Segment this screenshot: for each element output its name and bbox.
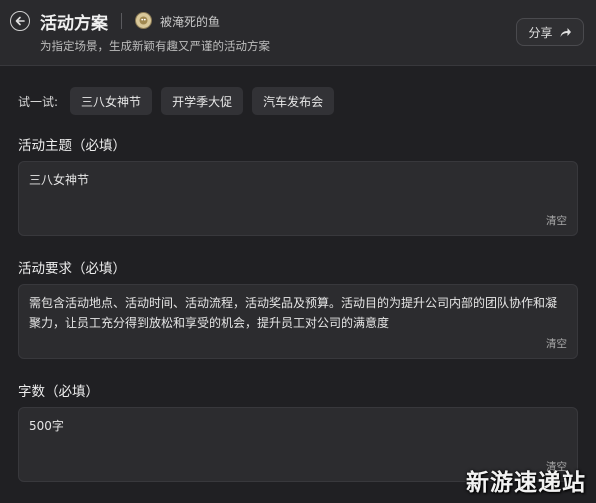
- example-chip[interactable]: 开学季大促: [161, 87, 244, 115]
- word-count-field-value[interactable]: 500字: [29, 416, 565, 436]
- theme-clear-button[interactable]: 清空: [546, 213, 567, 228]
- try-it-label: 试一试:: [18, 94, 59, 109]
- theme-field[interactable]: 三八女神节 清空: [18, 161, 578, 236]
- try-it-row: 试一试: 三八女神节 开学季大促 汽车发布会: [18, 87, 343, 115]
- arrow-left-icon: [15, 16, 25, 26]
- author-name[interactable]: 被淹死的鱼: [160, 13, 220, 30]
- example-chip[interactable]: 汽车发布会: [252, 87, 335, 115]
- share-icon: [560, 28, 571, 37]
- header: 活动方案 被淹死的鱼 为指定场景，生成新颖有趣又严谨的活动方案 分享: [0, 0, 596, 66]
- page-subtitle: 为指定场景，生成新颖有趣又严谨的活动方案: [40, 39, 270, 53]
- watermark: 新游速递站: [466, 470, 586, 496]
- requirements-clear-button[interactable]: 清空: [546, 336, 567, 351]
- share-label: 分享: [528, 25, 553, 40]
- back-button[interactable]: [10, 11, 30, 31]
- fish-icon: [139, 16, 148, 25]
- theme-label: 活动主题（必填）: [18, 138, 126, 154]
- title-divider: [121, 13, 122, 29]
- requirements-field-value[interactable]: 需包含活动地点、活动时间、活动流程，活动奖品及预算。活动目的为提升公司内部的团队…: [29, 293, 565, 333]
- theme-field-value[interactable]: 三八女神节: [29, 170, 565, 190]
- page-title: 活动方案: [40, 14, 108, 34]
- word-count-label: 字数（必填）: [18, 384, 99, 400]
- author-avatar[interactable]: [135, 12, 152, 29]
- requirements-field[interactable]: 需包含活动地点、活动时间、活动流程，活动奖品及预算。活动目的为提升公司内部的团队…: [18, 284, 578, 359]
- requirements-label: 活动要求（必填）: [18, 261, 126, 277]
- share-button[interactable]: 分享: [516, 18, 584, 46]
- example-chip[interactable]: 三八女神节: [70, 87, 153, 115]
